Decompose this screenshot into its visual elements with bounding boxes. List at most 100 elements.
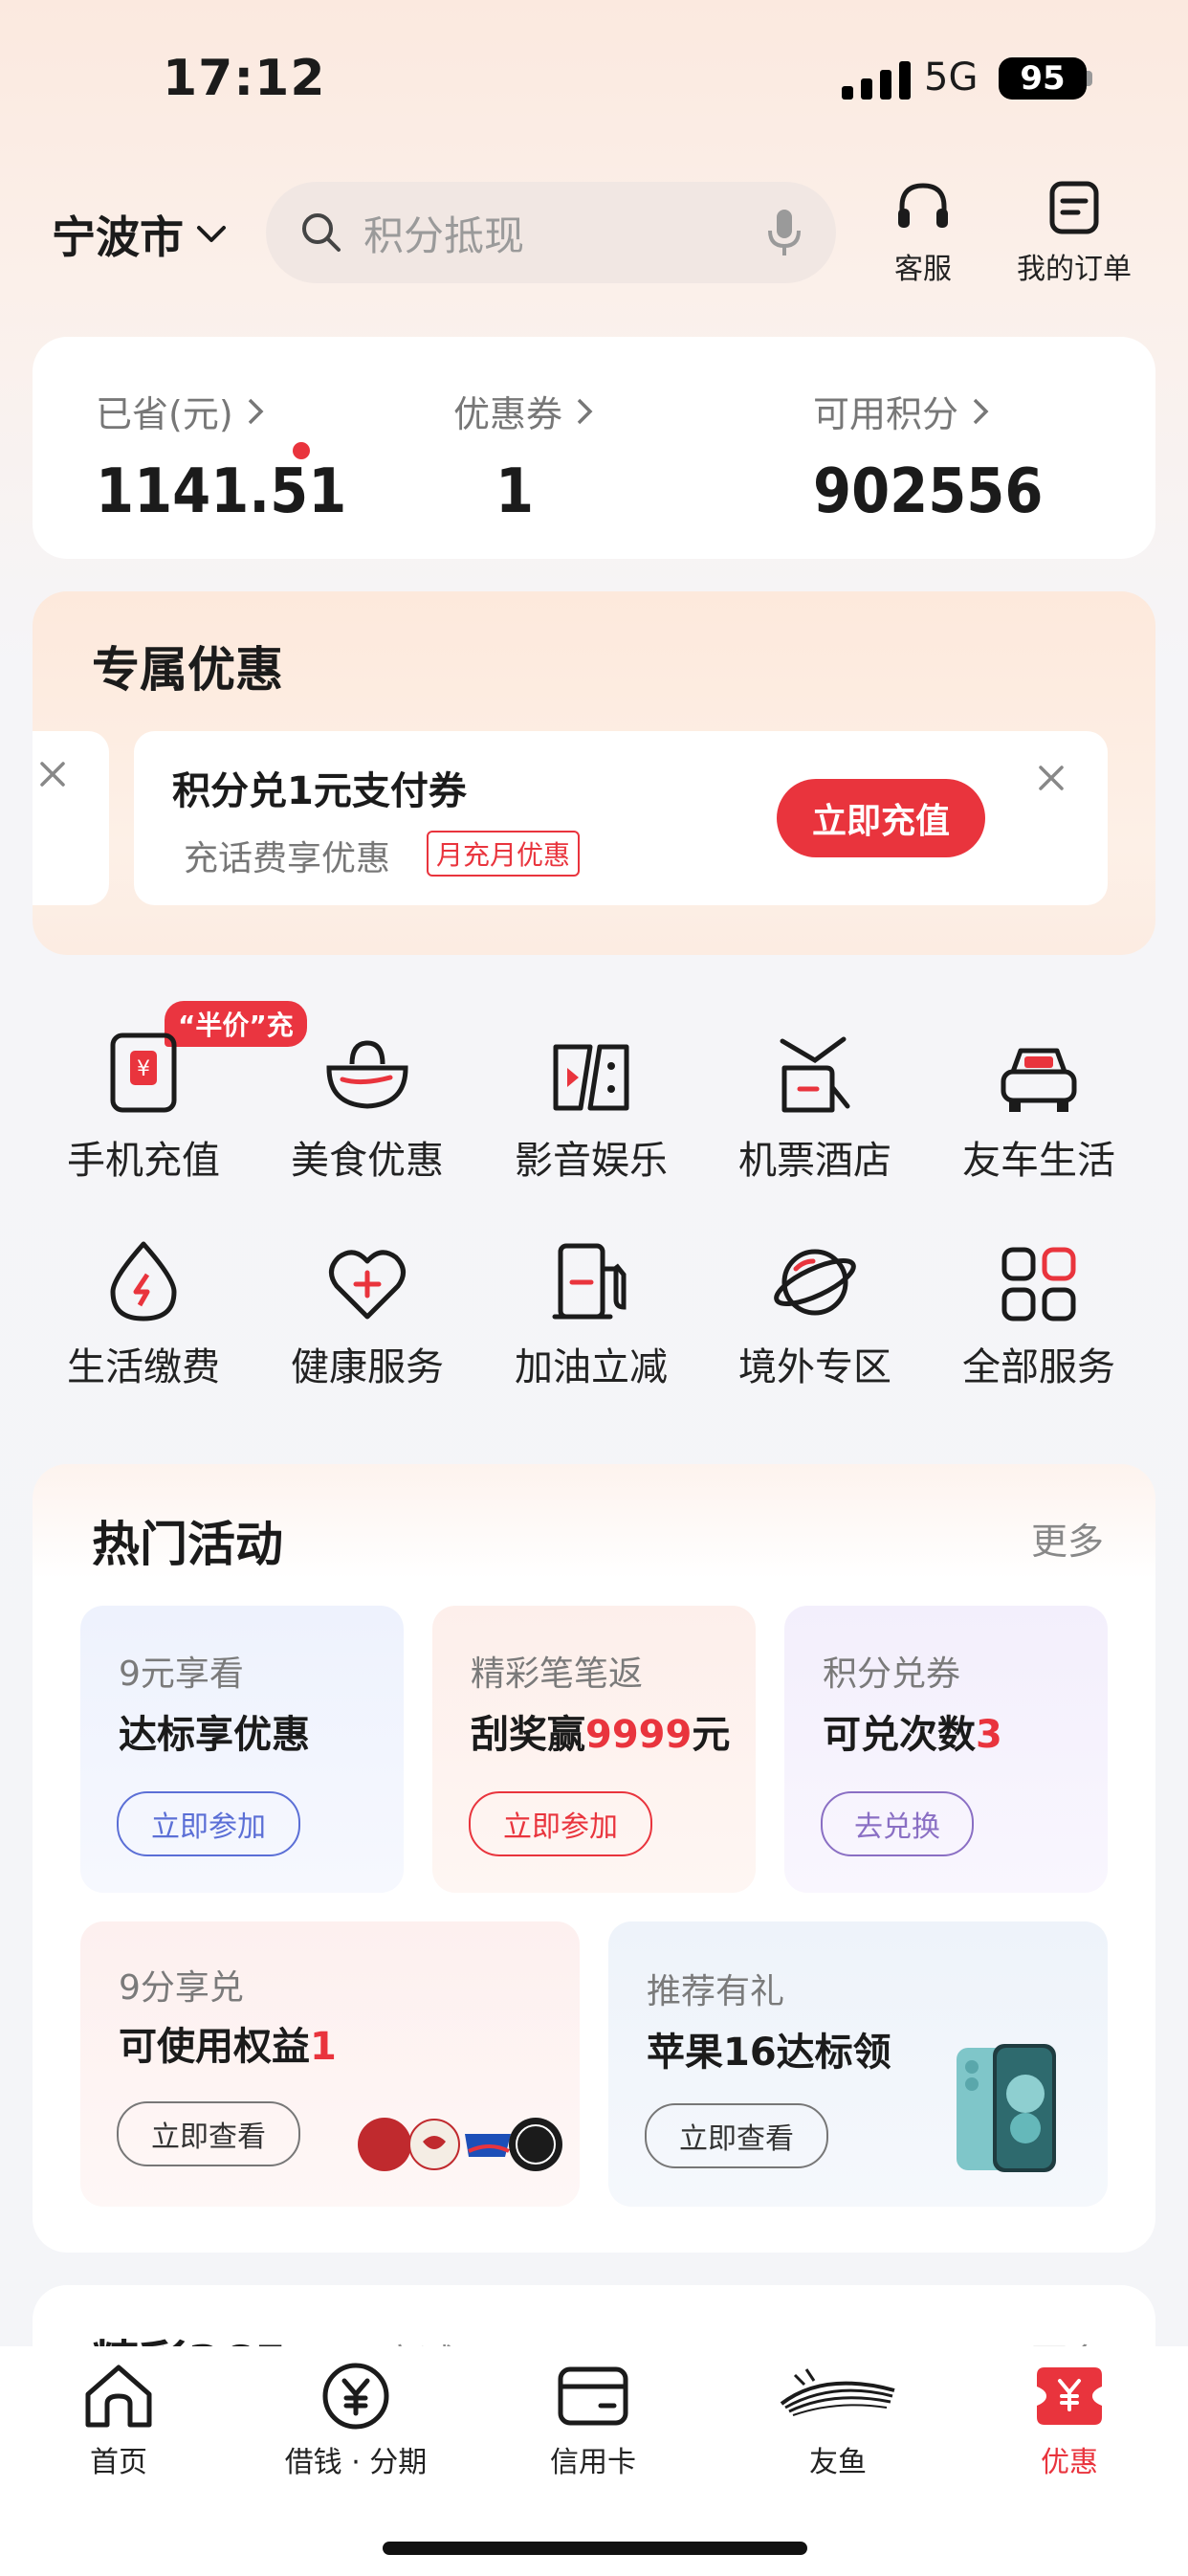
food-bowl-icon bbox=[326, 1040, 408, 1109]
hot-more-link[interactable]: 更多 bbox=[1031, 1512, 1104, 1565]
service-label: 生活缴费 bbox=[67, 1345, 220, 1389]
view-now-button[interactable]: 立即查看 bbox=[645, 2103, 828, 2168]
service-all[interactable]: 全部服务 bbox=[926, 1227, 1152, 1391]
recharge-now-button[interactable]: 立即充值 bbox=[777, 779, 985, 857]
city-selector[interactable]: 宁波市 bbox=[52, 203, 228, 266]
service-car-life[interactable]: 友车生活 bbox=[926, 1020, 1152, 1185]
chevron-right-icon bbox=[248, 398, 264, 424]
search-icon bbox=[302, 213, 341, 252]
chevron-down-icon bbox=[197, 226, 226, 242]
search-placeholder: 积分抵现 bbox=[363, 211, 525, 259]
tab-label: 首页 bbox=[90, 2446, 147, 2479]
planet-icon bbox=[774, 1249, 856, 1316]
order-list-icon bbox=[1049, 181, 1099, 234]
close-icon[interactable] bbox=[1037, 764, 1066, 792]
signal-icon bbox=[842, 61, 911, 100]
service-utility-payment[interactable]: 生活缴费 bbox=[31, 1227, 256, 1391]
discount-icon bbox=[1037, 2367, 1102, 2425]
close-icon[interactable] bbox=[38, 760, 67, 788]
points-label: 可用积分 bbox=[813, 393, 959, 435]
headset-icon bbox=[898, 183, 948, 228]
savings-label: 已省(元) bbox=[96, 393, 233, 435]
phone-recharge-icon: ¥ bbox=[110, 1033, 177, 1113]
service-label: 影音娱乐 bbox=[515, 1139, 668, 1183]
service-flight-hotel[interactable]: 机票酒店 bbox=[702, 1020, 928, 1185]
join-now-button[interactable]: 立即参加 bbox=[469, 1791, 652, 1856]
fuel-pump-icon bbox=[552, 1243, 627, 1320]
credit-card-icon bbox=[558, 2366, 628, 2426]
service-health[interactable]: 健康服务 bbox=[254, 1227, 480, 1391]
activity-card[interactable]: 推荐有礼 苹果16达标领 立即查看 bbox=[608, 1921, 1108, 2207]
service-label: 境外专区 bbox=[738, 1345, 891, 1389]
activity-subtitle: 推荐有礼 bbox=[647, 1972, 785, 2011]
service-overseas[interactable]: 境外专区 bbox=[702, 1227, 928, 1391]
my-orders-label: 我的订单 bbox=[1017, 253, 1132, 286]
battery-indicator: 95 bbox=[999, 57, 1087, 100]
service-fuel-discount[interactable]: 加油立减 bbox=[478, 1227, 704, 1391]
home-indicator bbox=[383, 2542, 807, 2555]
activity-title: 可使用权益1 bbox=[119, 2025, 337, 2069]
savings-summary[interactable]: 已省(元) 1141.51 bbox=[96, 385, 346, 527]
tab-discounts[interactable]: 优惠 bbox=[951, 2362, 1188, 2480]
service-label: 友车生活 bbox=[962, 1139, 1115, 1183]
partner-brand-logos bbox=[358, 2118, 562, 2171]
points-value: 902556 bbox=[813, 456, 1044, 527]
tab-credit-card[interactable]: 信用卡 bbox=[474, 2362, 712, 2480]
new-dot-badge bbox=[293, 442, 310, 459]
home-icon bbox=[85, 2365, 152, 2428]
service-label: 全部服务 bbox=[962, 1345, 1115, 1389]
activity-subtitle: 积分兑券 bbox=[823, 1654, 961, 1694]
promo-card[interactable]: 积分兑1元支付券 充话费享优惠 月充月优惠 立即充值 bbox=[134, 731, 1108, 905]
activity-title: 可兑次数3 bbox=[823, 1713, 1002, 1757]
customer-service-button[interactable]: 客服 bbox=[880, 180, 966, 287]
coupon-summary[interactable]: 优惠券 1 bbox=[453, 385, 593, 527]
activity-subtitle: 精彩笔笔返 bbox=[471, 1654, 644, 1694]
activity-card[interactable]: 精彩笔笔返 刮奖赢9999元 立即参加 bbox=[432, 1606, 756, 1893]
tab-label: 信用卡 bbox=[550, 2446, 636, 2479]
activity-card[interactable]: 积分兑券 可兑次数3 去兑换 bbox=[784, 1606, 1108, 1893]
status-time: 17:12 bbox=[163, 50, 326, 107]
tab-youyu[interactable]: 友鱼 bbox=[719, 2362, 957, 2480]
svg-text:¥: ¥ bbox=[137, 1057, 150, 1081]
search-bar[interactable]: 积分抵现 bbox=[266, 182, 836, 283]
city-name: 宁波市 bbox=[52, 211, 184, 263]
service-label: 美食优惠 bbox=[291, 1139, 444, 1183]
promo-subtitle: 充话费享优惠 bbox=[184, 839, 391, 878]
all-services-grid-icon bbox=[1001, 1247, 1076, 1321]
tab-home[interactable]: 首页 bbox=[0, 2362, 237, 2480]
activity-subtitle: 9元享看 bbox=[119, 1654, 244, 1694]
activity-subtitle: 9分享兑 bbox=[119, 1968, 244, 2008]
activity-card[interactable]: 9元享看 达标享优惠 立即参加 bbox=[80, 1606, 404, 1893]
exclusive-title: 专属优惠 bbox=[92, 642, 283, 698]
tab-loans-installments[interactable]: 借钱 · 分期 bbox=[237, 2362, 474, 2480]
points-summary[interactable]: 可用积分 902556 bbox=[813, 385, 1043, 527]
service-food-deals[interactable]: 美食优惠 bbox=[254, 1020, 480, 1185]
network-type: 5G bbox=[924, 56, 979, 100]
chevron-right-icon bbox=[973, 398, 989, 424]
service-label: 机票酒店 bbox=[738, 1139, 891, 1183]
redeem-button[interactable]: 去兑换 bbox=[821, 1791, 974, 1856]
promo-title: 积分兑1元支付券 bbox=[172, 769, 467, 813]
savings-value: 1141.51 bbox=[96, 456, 347, 527]
activity-title: 达标享优惠 bbox=[119, 1713, 310, 1757]
microphone-icon[interactable] bbox=[765, 208, 803, 257]
service-label: 健康服务 bbox=[291, 1345, 444, 1389]
join-now-button[interactable]: 立即参加 bbox=[117, 1791, 300, 1856]
my-orders-button[interactable]: 我的订单 bbox=[1012, 180, 1136, 287]
service-entertainment[interactable]: 影音娱乐 bbox=[478, 1020, 704, 1185]
car-icon bbox=[1001, 1048, 1077, 1112]
activity-card[interactable]: 9分享兑 可使用权益1 立即查看 bbox=[80, 1921, 580, 2207]
activity-title: 苹果16达标领 bbox=[647, 2031, 891, 2075]
tab-label: 借钱 · 分期 bbox=[284, 2446, 428, 2479]
coupon-value: 1 bbox=[495, 456, 535, 527]
previous-promo-card[interactable] bbox=[33, 731, 109, 905]
promo-tag: 月充月优惠 bbox=[427, 831, 581, 877]
utility-drop-icon bbox=[110, 1241, 177, 1321]
view-now-button[interactable]: 立即查看 bbox=[117, 2101, 300, 2166]
yuan-coin-icon bbox=[322, 2363, 389, 2430]
battery-tip bbox=[1087, 71, 1092, 86]
service-phone-recharge[interactable]: ¥ 手机充值 bbox=[31, 1020, 256, 1185]
video-entertainment-icon bbox=[553, 1044, 629, 1111]
phone-product-image bbox=[957, 2044, 1056, 2172]
chevron-right-icon bbox=[577, 398, 593, 424]
